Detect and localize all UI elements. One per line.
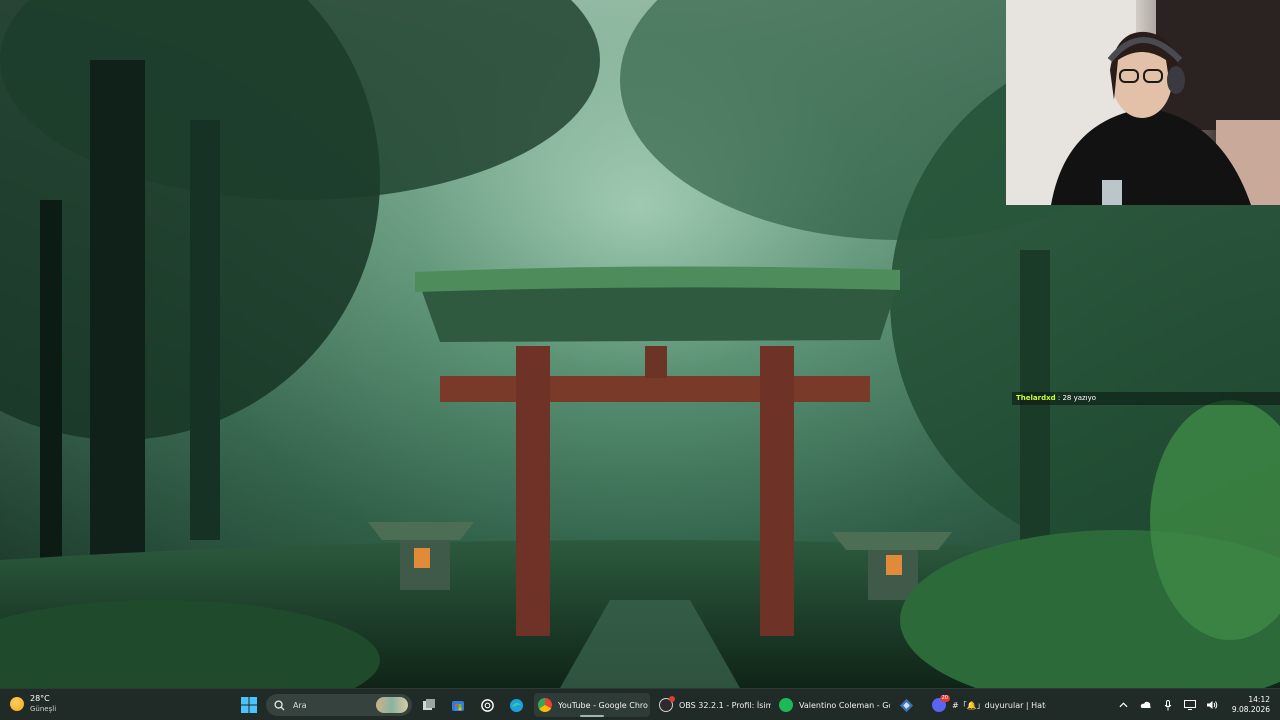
taskbar: 28°C Güneşli Ara YouTube - Google Chro O…: [0, 688, 1280, 720]
app-logo-icon: [899, 698, 913, 712]
chrome-icon: [538, 698, 552, 712]
chatgpt-icon: [480, 698, 494, 712]
taskbar-app-label: Valentino Coleman - Go: [799, 700, 890, 710]
taskbar-app-label: OBS 32.2.1 - Profil: İsims: [679, 700, 771, 710]
display-icon[interactable]: [1183, 699, 1196, 711]
taskbar-app-obs[interactable]: OBS 32.2.1 - Profil: İsims: [655, 693, 771, 717]
edge-button[interactable]: [506, 695, 526, 715]
search-placeholder: Ara: [293, 700, 307, 710]
taskbar-app-extra[interactable]: [896, 695, 916, 715]
search-highlight-image: [376, 697, 408, 713]
weather-temperature: 28°C: [30, 694, 50, 703]
task-view-icon: [423, 699, 435, 710]
taskbar-app-spotify[interactable]: Valentino Coleman - Go: [775, 693, 890, 717]
webcam-overlay: [1006, 0, 1280, 205]
taskbar-app-label: #「🔔」duyurular | Hatcii: [952, 700, 1046, 710]
taskbar-app-label: YouTube - Google Chro: [558, 700, 648, 710]
taskbar-app-discord[interactable]: 20 #「🔔」duyurular | Hatcii: [928, 693, 1046, 717]
microphone-icon[interactable]: [1162, 699, 1174, 711]
microsoft-store-button[interactable]: [448, 695, 468, 715]
obs-icon: [659, 696, 675, 712]
task-view-button[interactable]: [419, 695, 439, 715]
chat-text: : 28 yazıyo: [1057, 394, 1097, 402]
chat-username: Thelardxd: [1016, 394, 1056, 402]
weather-widget[interactable]: 28°C Güneşli: [10, 694, 56, 714]
discord-icon: 20: [932, 695, 950, 712]
sun-icon: [10, 697, 24, 711]
weather-condition: Güneşli: [30, 705, 57, 713]
start-button[interactable]: [239, 695, 259, 715]
taskbar-app-chrome[interactable]: YouTube - Google Chro: [534, 693, 650, 717]
system-clock[interactable]: 14:12 9.08.2026: [1232, 695, 1270, 715]
volume-icon[interactable]: [1206, 699, 1218, 711]
clock-time: 14:12: [1248, 695, 1270, 704]
store-icon: [452, 701, 464, 711]
search-input[interactable]: Ara: [266, 694, 412, 716]
search-icon: [274, 699, 285, 711]
chatgpt-button[interactable]: [477, 695, 497, 715]
spotify-icon: [779, 698, 793, 712]
notification-badge: 20: [939, 695, 950, 702]
chevron-up-icon[interactable]: [1118, 699, 1130, 711]
system-tray: 14:12 9.08.2026: [1118, 689, 1270, 720]
cloud-icon[interactable]: [1140, 699, 1152, 711]
edge-icon: [509, 698, 523, 712]
windows-icon: [241, 697, 257, 713]
streamer-webcam-image: [1006, 0, 1280, 205]
chat-message: Thelardxd : 28 yazıyo: [1012, 392, 1280, 405]
clock-date: 9.08.2026: [1231, 705, 1270, 714]
